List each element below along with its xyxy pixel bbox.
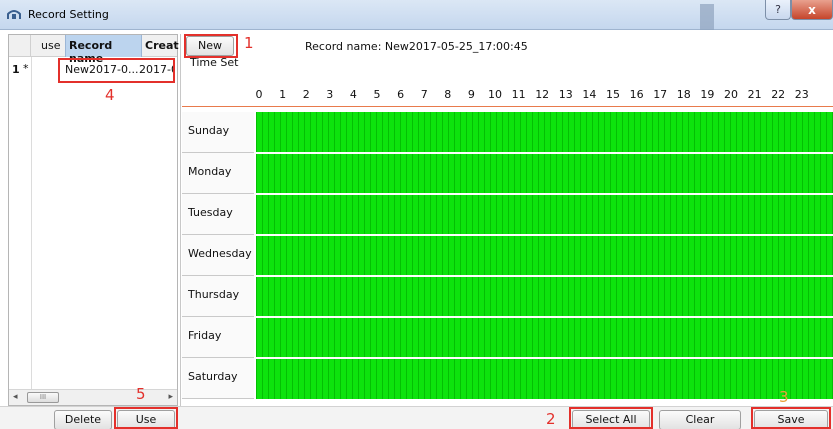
scroll-thumb[interactable]: III bbox=[27, 392, 59, 403]
grid-row-line bbox=[256, 152, 833, 154]
delete-button[interactable]: Delete bbox=[54, 410, 112, 429]
row-number-header bbox=[9, 35, 31, 57]
select-all-button[interactable]: Select All bbox=[572, 410, 650, 429]
schedule-grid[interactable] bbox=[256, 112, 833, 399]
hour-label: 7 bbox=[420, 88, 428, 101]
record-name-label: Record name: New2017-05-25_17:00:45 bbox=[305, 40, 528, 53]
day-row-label: Friday bbox=[182, 317, 254, 358]
hour-label: 4 bbox=[349, 88, 357, 101]
hour-label: 13 bbox=[558, 88, 573, 101]
timeline-divider bbox=[182, 106, 833, 107]
grid-row-line bbox=[256, 234, 833, 236]
hour-label: 5 bbox=[373, 88, 381, 101]
titlebar-decoration bbox=[700, 4, 714, 30]
annotation-5: 5 bbox=[136, 385, 146, 403]
day-row-label: Thursday bbox=[182, 276, 254, 317]
row-number: 1 bbox=[12, 63, 20, 76]
app-icon bbox=[7, 10, 21, 19]
grid-row-line bbox=[256, 275, 833, 277]
day-label: Thursday bbox=[188, 288, 240, 301]
help-button[interactable]: ? bbox=[765, 0, 791, 20]
window-title: Record Setting bbox=[28, 8, 109, 21]
hour-label: 11 bbox=[511, 88, 526, 101]
hour-label: 23 bbox=[794, 88, 809, 101]
hour-label: 19 bbox=[700, 88, 715, 101]
hour-label: 15 bbox=[606, 88, 620, 101]
day-row-label: Tuesday bbox=[182, 194, 254, 235]
column-header-create[interactable]: Creat bbox=[145, 39, 179, 52]
hour-label: 14 bbox=[582, 88, 597, 101]
scroll-left-icon[interactable]: ◂ bbox=[13, 392, 18, 402]
close-button[interactable]: x bbox=[791, 0, 833, 20]
hour-label: 8 bbox=[444, 88, 452, 101]
record-list: use Record name Creat 1 * New2017-0... 2… bbox=[8, 34, 179, 406]
day-row-label: Wednesday bbox=[182, 235, 254, 276]
hour-label: 20 bbox=[724, 88, 738, 101]
title-bar: Record Setting ? x bbox=[0, 0, 833, 30]
grid-row-line bbox=[256, 357, 833, 359]
hour-label: 1 bbox=[279, 88, 287, 101]
new-button[interactable]: New bbox=[186, 36, 234, 56]
use-button[interactable]: Use bbox=[117, 410, 175, 429]
hour-label: 17 bbox=[653, 88, 668, 101]
column-header-record-name[interactable]: Record name bbox=[65, 35, 142, 65]
hour-label: 0 bbox=[255, 88, 263, 101]
hour-label: 16 bbox=[629, 88, 644, 101]
hour-label: 12 bbox=[535, 88, 550, 101]
annotation-2: 2 bbox=[546, 410, 556, 428]
time-set-label: Time Set bbox=[190, 56, 239, 69]
hour-label: 3 bbox=[326, 88, 334, 101]
row-create-date: 2017-0 bbox=[139, 63, 175, 76]
grid-row-line bbox=[256, 193, 833, 195]
hour-label: 2 bbox=[302, 88, 310, 101]
record-list-header: use Record name Creat bbox=[9, 35, 179, 65]
scroll-right-icon[interactable]: ▸ bbox=[168, 392, 173, 402]
day-label: Monday bbox=[188, 165, 232, 178]
hour-label: 10 bbox=[488, 88, 502, 101]
table-row[interactable]: 1 * New2017-0... 2017-0 bbox=[9, 59, 177, 79]
day-label: Saturday bbox=[188, 370, 238, 383]
annotation-1: 1 bbox=[244, 34, 254, 52]
clear-button[interactable]: Clear bbox=[659, 410, 741, 429]
row-use-marker: * bbox=[23, 62, 29, 75]
annotation-3: 3 bbox=[779, 388, 789, 406]
day-row-label: Sunday bbox=[182, 112, 254, 153]
hour-label: 6 bbox=[397, 88, 405, 101]
save-button[interactable]: Save bbox=[754, 410, 828, 429]
day-label: Wednesday bbox=[188, 247, 252, 260]
hour-label: 21 bbox=[747, 88, 762, 101]
row-record-name[interactable]: New2017-0... bbox=[65, 63, 138, 76]
horizontal-scrollbar[interactable]: ◂ III ▸ bbox=[9, 389, 177, 405]
day-label: Friday bbox=[188, 329, 222, 342]
annotation-4: 4 bbox=[105, 86, 115, 104]
row-number-divider bbox=[31, 57, 32, 391]
day-label: Tuesday bbox=[188, 206, 233, 219]
day-row-label: Saturday bbox=[182, 358, 254, 399]
day-row-label: Monday bbox=[182, 153, 254, 194]
day-label: Sunday bbox=[188, 124, 230, 137]
hour-label: 9 bbox=[467, 88, 475, 101]
hour-label: 22 bbox=[771, 88, 786, 101]
grid-row-line bbox=[256, 316, 833, 318]
hour-label: 18 bbox=[676, 88, 691, 101]
column-header-use[interactable]: use bbox=[41, 39, 60, 52]
